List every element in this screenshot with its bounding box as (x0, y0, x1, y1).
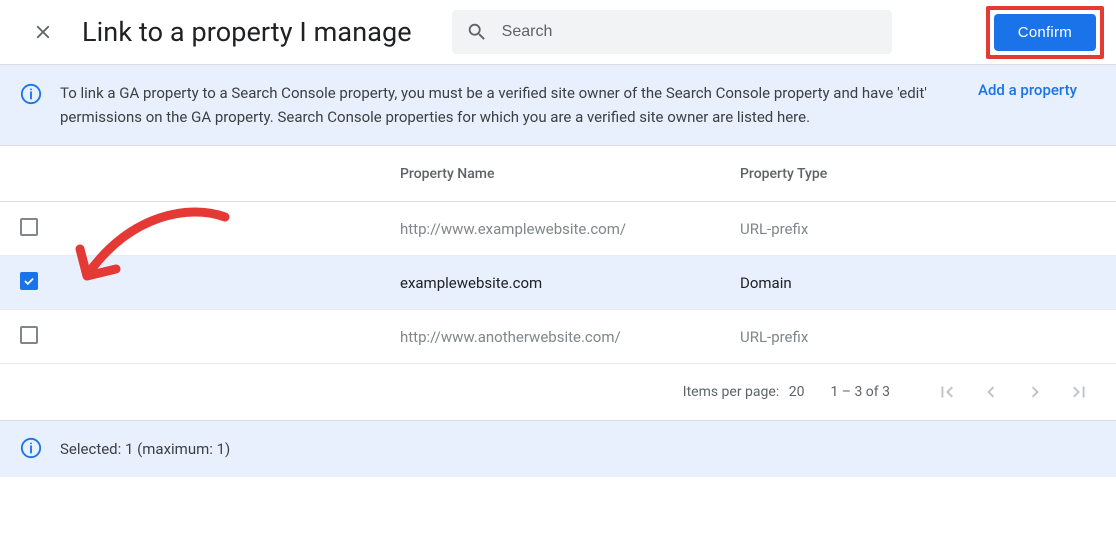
info-icon (20, 437, 42, 463)
row-checkbox[interactable] (20, 326, 38, 344)
table-row[interactable]: http://www.examplewebsite.com/ URL-prefi… (0, 202, 1116, 256)
table-row[interactable]: http://www.anotherwebsite.com/ URL-prefi… (0, 310, 1116, 364)
column-header-name: Property Name (400, 166, 740, 182)
search-icon (466, 21, 488, 43)
property-name: http://www.anotherwebsite.com/ (400, 328, 740, 346)
column-header-type: Property Type (740, 166, 940, 182)
info-text: To link a GA property to a Search Consol… (60, 81, 940, 129)
close-icon (32, 21, 54, 43)
last-page-button[interactable] (1062, 375, 1096, 409)
row-checkbox[interactable] (20, 218, 38, 236)
items-per-page-label: Items per page: 20 (683, 384, 805, 400)
property-name: examplewebsite.com (400, 274, 740, 292)
search-container[interactable] (452, 10, 892, 54)
selected-count-text: Selected: 1 (maximum: 1) (60, 440, 230, 458)
confirm-highlight-annotation: Confirm (986, 6, 1104, 59)
table-header-row: Property Name Property Type (0, 146, 1116, 202)
first-page-button[interactable] (930, 375, 964, 409)
table-row[interactable]: examplewebsite.com Domain (0, 256, 1116, 310)
add-property-link[interactable]: Add a property (978, 81, 1077, 99)
page-title: Link to a property I manage (82, 16, 412, 48)
property-type: URL-prefix (740, 328, 940, 346)
prev-page-button[interactable] (974, 375, 1008, 409)
close-button[interactable] (24, 13, 62, 51)
property-type: URL-prefix (740, 220, 940, 238)
confirm-button[interactable]: Confirm (994, 14, 1096, 51)
pagination-bar: Items per page: 20 1 – 3 of 3 (0, 364, 1116, 420)
search-input[interactable] (502, 23, 878, 41)
selection-footer: Selected: 1 (maximum: 1) (0, 420, 1116, 477)
chevron-left-icon (980, 381, 1002, 403)
last-page-icon (1068, 381, 1090, 403)
property-name: http://www.examplewebsite.com/ (400, 220, 740, 238)
next-page-button[interactable] (1018, 375, 1052, 409)
chevron-right-icon (1024, 381, 1046, 403)
page-range: 1 – 3 of 3 (830, 384, 890, 400)
first-page-icon (936, 381, 958, 403)
check-icon (22, 273, 36, 289)
row-checkbox[interactable] (20, 272, 38, 290)
property-table: Property Name Property Type http://www.e… (0, 145, 1116, 420)
info-icon (20, 83, 42, 109)
info-banner: To link a GA property to a Search Consol… (0, 64, 1116, 145)
property-type: Domain (740, 274, 940, 292)
